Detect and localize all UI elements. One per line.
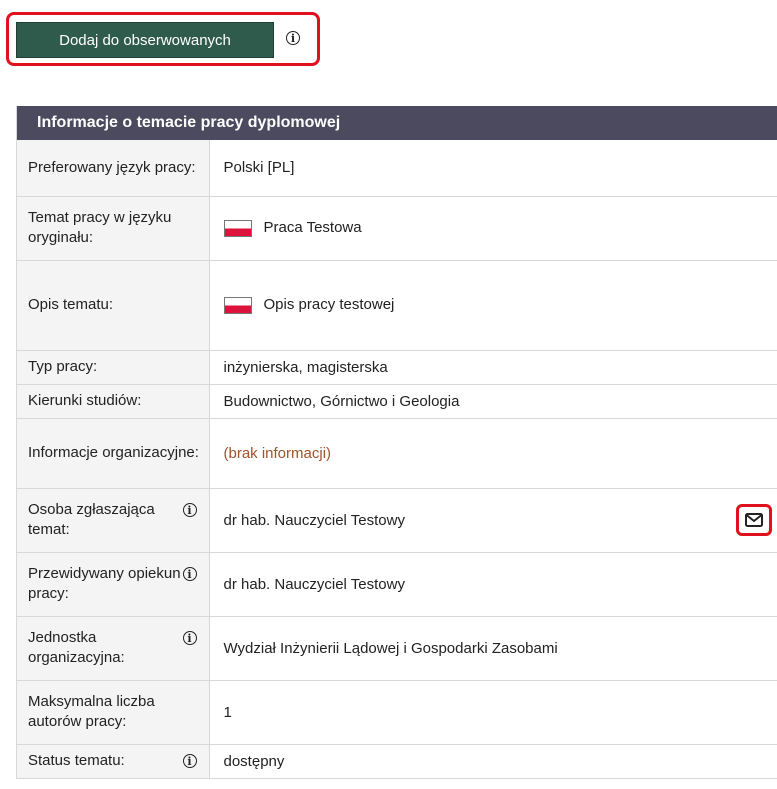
table-row: Typ pracy: inżynierska, magisterska [17, 350, 777, 385]
row-value-submitter: dr hab. Nauczyciel Testowy [223, 511, 405, 529]
row-value-type: inżynierska, magisterska [223, 358, 388, 376]
row-label-language: Preferowany język pracy: [28, 158, 196, 176]
table-row: Maksymalna liczba autorów pracy: 1 [17, 680, 777, 745]
info-icon[interactable]: i [182, 503, 197, 517]
follow-button-label: Dodaj do obserwowanych [59, 31, 231, 49]
row-label-submitter: Osoba zgłaszająca temat: [28, 501, 155, 538]
table-row: Preferowany język pracy: Polski [PL] [17, 140, 777, 197]
table-row: Opis tematu: Opis pracy testowej [17, 260, 777, 351]
row-label-topic: Temat pracy w języku oryginału: [28, 209, 172, 246]
panel-title: Informacje o temacie pracy dyplomowej [17, 106, 777, 140]
row-value-description: Opis pracy testowej [263, 296, 395, 314]
row-value-status: dostępny [223, 752, 285, 770]
topic-info-table: Preferowany język pracy: Polski [PL] Tem… [17, 140, 777, 779]
row-label-unit: Jednostka organizacyjna: [28, 629, 125, 666]
mail-icon [745, 513, 763, 527]
row-value-supervisor: dr hab. Nauczyciel Testowy [223, 575, 405, 593]
row-value-fields: Budownictwo, Górnictwo i Geologia [223, 392, 460, 410]
flag-pl-icon [223, 296, 252, 314]
table-row: Kierunki studiów: Budownictwo, Górnictwo… [17, 384, 777, 419]
topic-info-panel: Informacje o temacie pracy dyplomowej Pr… [16, 106, 777, 779]
table-row: Informacje organizacyjne: (brak informac… [17, 418, 777, 489]
follow-button[interactable]: Dodaj do obserwowanych [16, 22, 274, 58]
row-value-unit: Wydział Inżynierii Lądowej i Gospodarki … [223, 639, 558, 657]
row-label-status: Status tematu: [28, 752, 125, 769]
send-message-button[interactable] [736, 504, 772, 536]
row-label-fields: Kierunki studiów: [28, 392, 142, 409]
row-label-description: Opis tematu: [28, 296, 114, 313]
row-label-max-authors: Maksymalna liczba autorów pracy: [28, 693, 155, 730]
row-value-topic: Praca Testowa [263, 219, 362, 237]
info-icon[interactable]: i [182, 754, 197, 768]
table-row: Jednostka organizacyjna: i Wydział Inżyni… [17, 616, 777, 681]
row-value-max-authors: 1 [223, 703, 232, 721]
row-label-org-info: Informacje organizacyjne: [28, 444, 199, 461]
row-label-supervisor: Przewidywany opiekun pracy: [28, 565, 181, 602]
table-row: Osoba zgłaszająca temat: i dr hab. Nauczy… [17, 488, 777, 553]
info-icon[interactable]: i [182, 631, 197, 645]
table-row: Przewidywany opiekun pracy: i dr hab. Nau… [17, 552, 777, 617]
info-icon[interactable]: i [286, 31, 300, 45]
flag-pl-icon [223, 219, 252, 237]
table-row: Status tematu: i dostępny [17, 744, 777, 779]
row-value-language: Polski [PL] [223, 159, 295, 177]
row-value-org-info: (brak informacji) [223, 444, 332, 462]
row-label-type: Typ pracy: [28, 358, 98, 375]
info-icon[interactable]: i [182, 567, 197, 581]
table-row: Temat pracy w języku oryginału: Praca Te… [17, 196, 777, 261]
